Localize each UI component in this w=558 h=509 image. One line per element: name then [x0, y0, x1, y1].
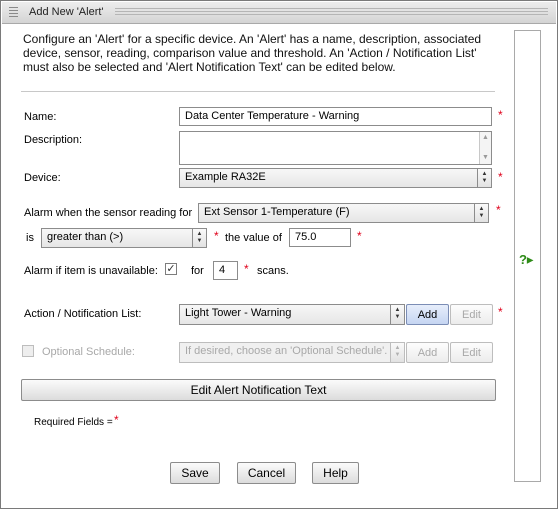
sensor-select[interactable]: Ext Sensor 1-Temperature (F) ▲ ▼ [198, 203, 489, 223]
schedule-add-button[interactable]: Add [406, 342, 449, 363]
action-list-edit-button[interactable]: Edit [450, 304, 493, 325]
device-label: Device: [24, 172, 61, 184]
help-question-mark: ? [519, 252, 527, 267]
expand-arrow-icon: ▶ [526, 255, 534, 265]
cancel-button[interactable]: Cancel [237, 462, 296, 484]
divider [21, 91, 495, 92]
spinner-arrows-icon[interactable]: ▲ ▼ [390, 305, 404, 324]
spinner-arrows-icon[interactable]: ▲ ▼ [474, 204, 488, 222]
threshold-required-marker: * [357, 229, 362, 243]
description-scrollbar[interactable]: ▲ ▼ [479, 132, 491, 164]
action-list-select-value: Light Tower - Warning [185, 307, 292, 319]
spinner-arrows-icon[interactable]: ▲ ▼ [477, 169, 491, 187]
title-bar[interactable]: Add New 'Alert' [2, 2, 556, 24]
comparison-required-marker: * [214, 229, 219, 243]
required-fields-label: Required Fields = [34, 417, 113, 428]
schedule-edit-button[interactable]: Edit [450, 342, 493, 363]
for-label: for [191, 265, 204, 277]
action-list-label: Action / Notification List: [24, 308, 142, 320]
device-select-value: Example RA32E [185, 171, 266, 183]
description-label: Description: [24, 134, 83, 146]
device-required-marker: * [498, 170, 503, 184]
action-list-required-marker: * [498, 305, 503, 319]
value-of-label: the value of [225, 232, 282, 244]
name-field[interactable]: Data Center Temperature - Warning [179, 107, 492, 126]
alarm-sensor-label: Alarm when the sensor reading for [24, 207, 193, 219]
title-bar-stripes [115, 8, 548, 17]
checkmark-icon: ✓ [166, 263, 176, 275]
spinner-arrows-icon[interactable]: ▲ ▼ [192, 229, 206, 247]
comparison-select[interactable]: greater than (>) ▲ ▼ [41, 228, 207, 248]
help-button[interactable]: Help [312, 462, 359, 484]
edit-notification-text-button[interactable]: Edit Alert Notification Text [21, 379, 496, 401]
action-list-add-button[interactable]: Add [406, 304, 449, 325]
schedule-label: Optional Schedule: [42, 346, 135, 358]
unavailable-checkbox[interactable]: ✓ [165, 263, 177, 275]
schedule-select[interactable]: If desired, choose an 'Optional Schedule… [179, 342, 405, 363]
scans-count-field[interactable]: 4 [213, 261, 238, 280]
sensor-select-value: Ext Sensor 1-Temperature (F) [204, 206, 350, 218]
save-button[interactable]: Save [170, 462, 220, 484]
add-alert-dialog: Add New 'Alert' Configure an 'Alert' for… [0, 0, 558, 509]
action-list-select[interactable]: Light Tower - Warning ▲ ▼ [179, 304, 405, 325]
unavailable-label: Alarm if item is unavailable: [24, 265, 158, 277]
schedule-checkbox[interactable] [22, 345, 34, 357]
name-label: Name: [24, 111, 57, 123]
intro-text: Configure an 'Alert' for a specific devi… [23, 32, 482, 74]
sensor-required-marker: * [496, 203, 501, 217]
schedule-select-placeholder: If desired, choose an 'Optional Schedule… [185, 345, 388, 357]
scans-required-marker: * [244, 262, 249, 276]
scans-label: scans. [257, 265, 289, 277]
scroll-down-icon[interactable]: ▼ [480, 153, 491, 163]
threshold-value-field[interactable]: 75.0 [289, 228, 351, 247]
device-select[interactable]: Example RA32E ▲ ▼ [179, 168, 492, 188]
scroll-up-icon[interactable]: ▲ [480, 133, 491, 143]
comparison-select-value: greater than (>) [47, 231, 124, 243]
help-question-icon[interactable]: ?▶ [519, 253, 538, 267]
spinner-arrows-icon[interactable]: ▲ ▼ [390, 343, 404, 362]
is-label: is [26, 232, 34, 244]
window-grip-icon[interactable] [9, 7, 18, 17]
required-fields-marker: * [114, 413, 119, 427]
name-required-marker: * [498, 108, 503, 122]
window-title: Add New 'Alert' [29, 6, 104, 18]
help-side-panel: ?▶ [514, 30, 541, 482]
description-field[interactable]: ▲ ▼ [179, 131, 492, 165]
